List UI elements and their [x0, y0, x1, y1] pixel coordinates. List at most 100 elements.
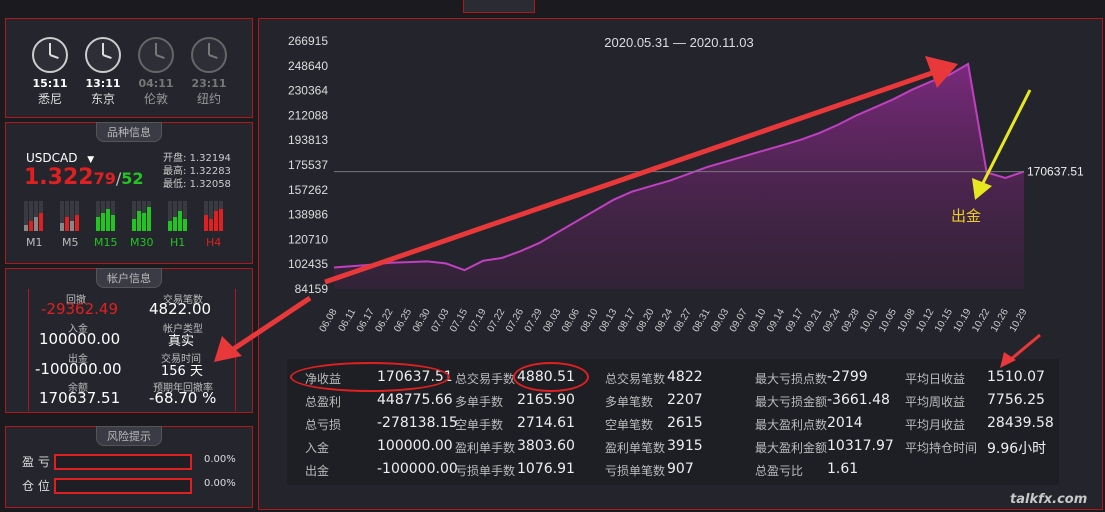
signal-bar [101, 213, 105, 231]
clock: 13:11 东京 [81, 37, 125, 107]
x-tick-label: 06.17 [355, 307, 377, 335]
stat-value: -100000.00 [377, 461, 458, 477]
timeframe-label[interactable]: M30 [130, 236, 154, 249]
signal-bar [147, 207, 151, 231]
highlight-net-profit [290, 362, 450, 392]
price-main: 1.322 [24, 165, 94, 190]
clock-city: 东京 [90, 92, 115, 106]
x-tick-label: 08.03 [541, 307, 563, 335]
stat-label: 最大亏损点数 [755, 372, 828, 386]
x-tick-label: 10.01 [858, 307, 880, 335]
signal-bar-bg [178, 201, 182, 211]
stat-value: -2799 [827, 369, 868, 385]
risk-bar [54, 454, 192, 470]
deposit-value: 100000.00 [39, 330, 121, 348]
x-tick-label: 08.13 [597, 307, 619, 335]
stat-value: 10317.97 [827, 438, 894, 454]
signal-bar-bg [147, 201, 151, 207]
signal-bar-bg [214, 201, 218, 211]
stat-label: 入金 [305, 441, 330, 455]
x-tick-label: 10.05 [877, 307, 899, 335]
signal-bar [65, 217, 69, 231]
stat-label: 总交易手数 [455, 372, 516, 386]
signal-bar [204, 215, 208, 231]
x-tick-label: 09.07 [728, 307, 750, 335]
y-tick-label: 230364 [288, 84, 328, 98]
x-tick-label: 10.08 [896, 307, 918, 335]
symbol-panel: 品种信息 USDCAD ▼ 1.32279/52 开盘: 1.32194 最高:… [5, 122, 253, 264]
y-tick-label: 193813 [288, 133, 328, 147]
x-tick-label: 10.29 [1008, 307, 1030, 335]
timeframe-label[interactable]: H1 [170, 236, 185, 249]
withdraw-value: -100000.00 [35, 360, 122, 378]
highlight-total-lots [513, 362, 589, 392]
clock-icon [85, 37, 121, 73]
timeframe-label[interactable]: M5 [62, 236, 79, 249]
timeframe-indicator[interactable] [96, 201, 118, 231]
time-value: 156 天 [161, 364, 203, 379]
timeframe-indicator[interactable] [132, 201, 154, 231]
signal-bar-bg [96, 201, 100, 217]
x-tick-label: 06.25 [392, 307, 414, 335]
stat-label: 总盈利 [305, 395, 342, 409]
signal-bar-bg [29, 201, 33, 221]
x-tick-label: 09.10 [746, 307, 768, 335]
signal-bar-bg [34, 201, 38, 217]
symbol-select[interactable]: USDCAD ▼ [26, 151, 94, 165]
low-price: 最低: 1.32058 [163, 179, 231, 190]
type-value: 真实 [168, 334, 195, 349]
top-tab[interactable] [463, 0, 535, 13]
y-tick-label: 266915 [288, 34, 328, 48]
price-bid: 79 [93, 169, 116, 188]
stat-value: 2014 [827, 415, 863, 431]
signal-bar [96, 217, 100, 231]
x-tick-label: 06.30 [411, 307, 433, 335]
stat-label: 盈利单手数 [455, 441, 516, 455]
x-tick-label: 08.27 [672, 307, 694, 335]
stat-value: -3661.48 [827, 392, 890, 408]
clock-panel: 15:11 悉尼 13:11 东京 04:11 伦敦 23:11 纽约 [5, 18, 253, 118]
timeframe-indicator[interactable] [60, 201, 82, 231]
signal-bar [34, 217, 38, 231]
equity-chart: 2020.05.31 — 2020.11.03 266915 248640 23036… [288, 34, 1084, 335]
signal-bar-bg [65, 201, 69, 217]
stat-label: 空单手数 [455, 418, 504, 432]
annual-value: -68.70 % [149, 389, 217, 407]
timeframe-indicator[interactable] [204, 201, 226, 231]
clock-time: 23:11 [191, 77, 227, 90]
timeframe-indicator[interactable] [24, 201, 46, 231]
signal-bar [142, 213, 146, 231]
x-tick-label: 09.24 [821, 307, 843, 335]
stat-label: 盈利单笔数 [605, 441, 666, 455]
risk-panel: 风险提示 盈 亏 0.00% 仓 位 0.00% [5, 426, 253, 508]
clock-time: 15:11 [32, 77, 68, 90]
stat-label: 多单笔数 [605, 395, 654, 409]
stat-value: 2165.90 [517, 392, 575, 408]
x-tick-label: 08.10 [579, 307, 601, 335]
chevron-down-icon: ▼ [87, 155, 95, 165]
risk-label: 仓 位 [22, 479, 50, 493]
timeframe-label[interactable]: M1 [26, 236, 43, 249]
signal-bar [178, 211, 182, 231]
stat-value: 3803.60 [517, 438, 575, 454]
signal-bar-bg [209, 201, 213, 219]
signal-bar [132, 219, 136, 231]
stat-label: 最大盈利点数 [755, 418, 828, 432]
signal-bar [24, 225, 28, 231]
x-tick-label: 10.19 [952, 307, 974, 335]
clock-icon [191, 37, 227, 73]
section-title: 品种信息 [96, 122, 162, 142]
timeframe-indicator[interactable] [168, 201, 190, 231]
timeframe-label[interactable]: M15 [94, 236, 118, 249]
y-tick-label: 102435 [288, 257, 328, 271]
stat-value: 100000.00 [377, 438, 453, 454]
timeframe-label[interactable]: H4 [206, 236, 221, 249]
stat-label: 平均日收益 [905, 372, 966, 386]
signal-bar-bg [111, 201, 115, 215]
signal-bar-bg [101, 201, 105, 213]
stat-label: 总交易笔数 [605, 372, 666, 386]
stat-value: 2615 [667, 415, 703, 431]
x-tick-label: 07.15 [448, 307, 470, 335]
clock-time: 13:11 [85, 77, 121, 90]
price-ask: 52 [121, 169, 144, 188]
